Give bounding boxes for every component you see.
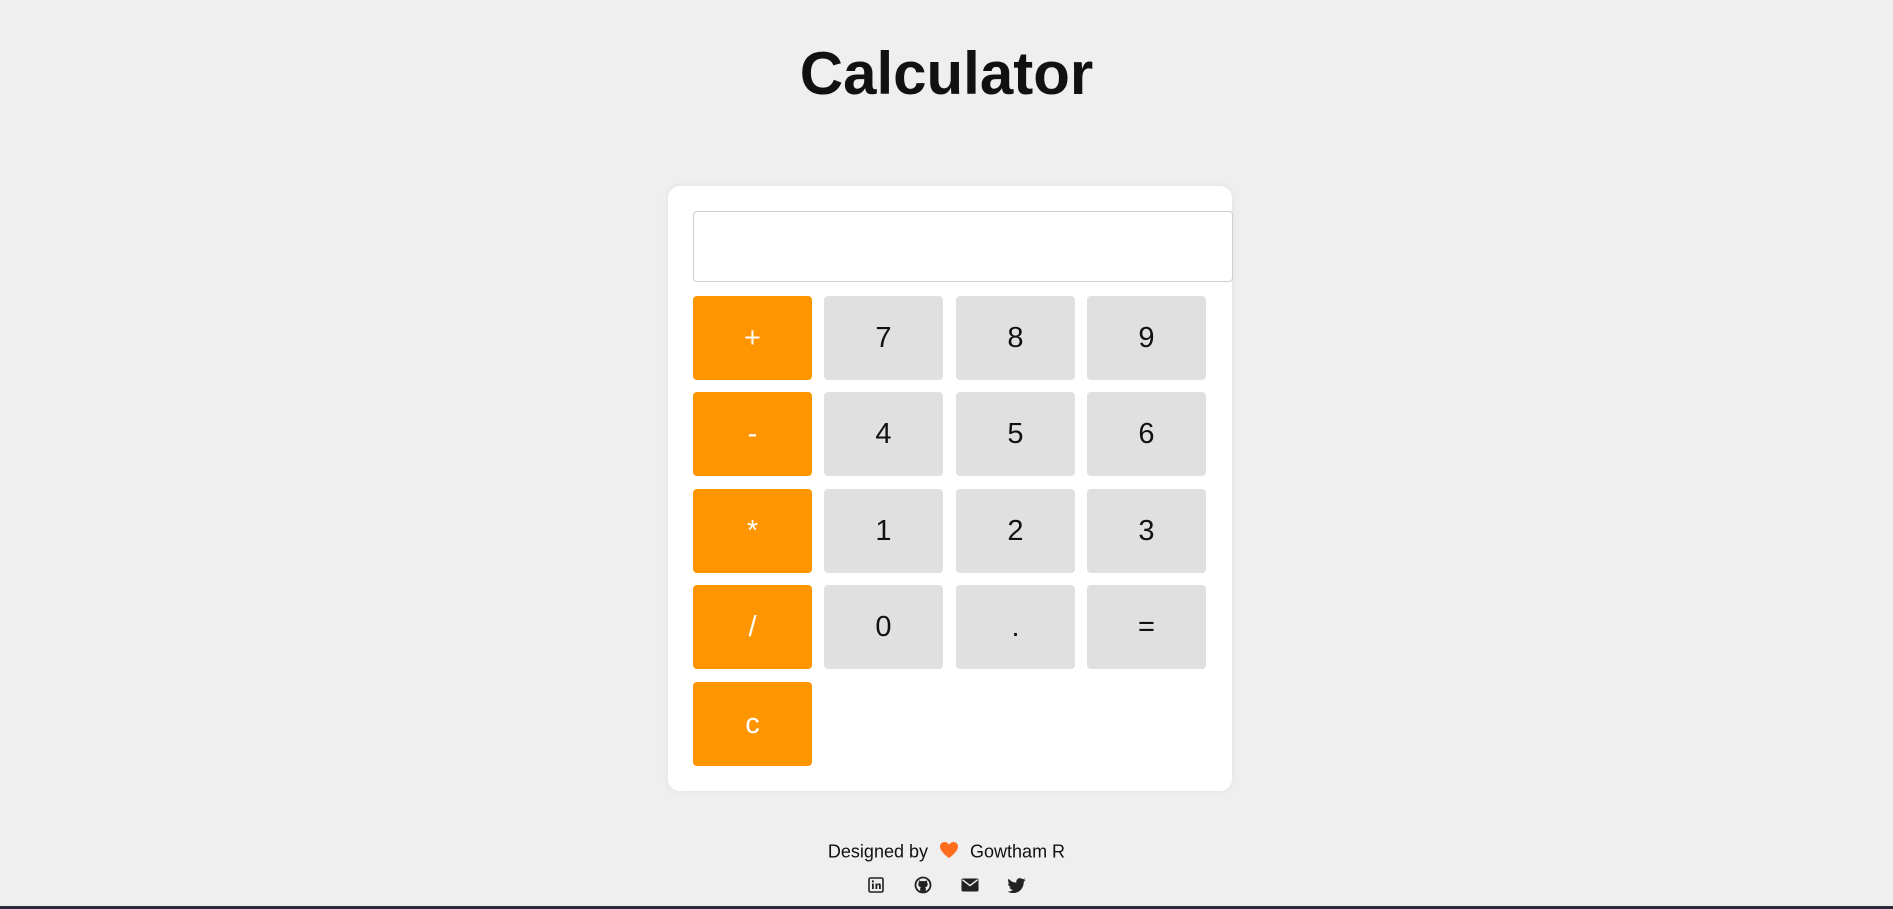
email-icon[interactable]	[961, 876, 979, 894]
clear-button[interactable]: c	[693, 682, 812, 766]
four-button[interactable]: 4	[824, 392, 943, 476]
calculator-panel: + 7 8 9 - 4 5 6 * 1 2 3 / 0 . = c	[668, 186, 1233, 791]
footer-credit: Designed by Gowtham R	[0, 841, 1893, 864]
page-title: Calculator	[799, 40, 1094, 107]
three-button[interactable]: 3	[1087, 489, 1206, 573]
five-button[interactable]: 5	[956, 392, 1075, 476]
equals-button[interactable]: =	[1087, 585, 1206, 669]
seven-button[interactable]: 7	[824, 296, 943, 380]
divide-button[interactable]: /	[693, 585, 812, 669]
social-links	[0, 876, 1893, 894]
linkedin-icon[interactable]	[867, 876, 885, 894]
one-button[interactable]: 1	[824, 489, 943, 573]
twitter-icon[interactable]	[1008, 876, 1026, 894]
nine-button[interactable]: 9	[1087, 296, 1206, 380]
multiply-button[interactable]: *	[693, 489, 812, 573]
two-button[interactable]: 2	[956, 489, 1075, 573]
page: Calculator + 7 8 9 - 4 5 6 * 1 2 3 / 0 .…	[0, 0, 1893, 909]
minus-button[interactable]: -	[693, 392, 812, 476]
six-button[interactable]: 6	[1087, 392, 1206, 476]
orange-heart-icon	[939, 841, 959, 864]
eight-button[interactable]: 8	[956, 296, 1075, 380]
decimal-point-button[interactable]: .	[956, 585, 1075, 669]
author-name: Gowtham R	[970, 841, 1066, 862]
calculator-display[interactable]	[693, 211, 1233, 282]
plus-button[interactable]: +	[693, 296, 812, 380]
zero-button[interactable]: 0	[824, 585, 943, 669]
github-icon[interactable]	[914, 876, 932, 894]
designed-by-text: Designed by	[827, 841, 928, 862]
